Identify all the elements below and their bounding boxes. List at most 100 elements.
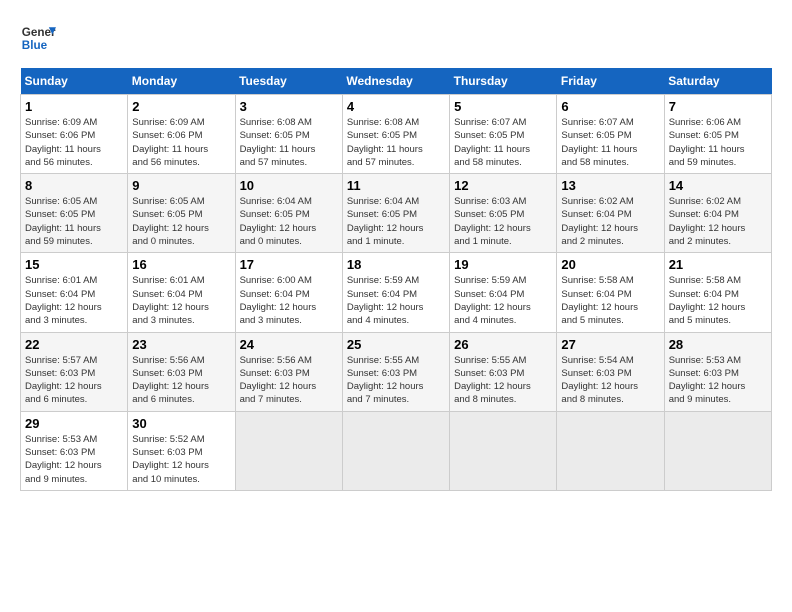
weekday-header-saturday: Saturday — [664, 68, 771, 95]
day-info: Sunrise: 6:03 AMSunset: 6:05 PMDaylight:… — [454, 195, 552, 248]
day-number: 11 — [347, 178, 445, 193]
logo: General Blue — [20, 20, 56, 56]
day-number: 15 — [25, 257, 123, 272]
day-number: 22 — [25, 337, 123, 352]
day-info: Sunrise: 6:05 AMSunset: 6:05 PMDaylight:… — [132, 195, 230, 248]
calendar-cell — [235, 411, 342, 490]
calendar-cell: 5Sunrise: 6:07 AMSunset: 6:05 PMDaylight… — [450, 95, 557, 174]
calendar-cell: 15Sunrise: 6:01 AMSunset: 6:04 PMDayligh… — [21, 253, 128, 332]
calendar-cell: 4 Sunrise: 6:08 AMSunset: 6:05 PMDaylight… — [342, 95, 449, 174]
day-info: Sunrise: 6:09 AMSunset: 6:06 PMDaylight:… — [132, 116, 230, 169]
weekday-header-friday: Friday — [557, 68, 664, 95]
calendar-body: 1 Sunrise: 6:09 AMSunset: 6:06 PMDaylight… — [21, 95, 772, 491]
day-info: Sunrise: 6:01 AMSunset: 6:04 PMDaylight:… — [132, 274, 230, 327]
calendar-cell — [557, 411, 664, 490]
calendar-cell: 28 Sunrise: 5:53 AMSunset: 6:03 PMDayligh… — [664, 332, 771, 411]
day-number: 28 — [669, 337, 767, 352]
day-info: Sunrise: 5:53 AMSunset: 6:03 PMDaylight:… — [669, 354, 767, 407]
day-number: 17 — [240, 257, 338, 272]
day-number: 19 — [454, 257, 552, 272]
day-info: Sunrise: 6:00 AMSunset: 6:04 PMDaylight:… — [240, 274, 338, 327]
weekday-header-thursday: Thursday — [450, 68, 557, 95]
calendar-cell: 12 Sunrise: 6:03 AMSunset: 6:05 PMDayligh… — [450, 174, 557, 253]
calendar-cell: 26Sunrise: 5:55 AMSunset: 6:03 PMDayligh… — [450, 332, 557, 411]
day-number: 4 — [347, 99, 445, 114]
calendar-week-4: 22 Sunrise: 5:57 AMSunset: 6:03 PMDayligh… — [21, 332, 772, 411]
calendar-cell: 20 Sunrise: 5:58 AMSunset: 6:04 PMDayligh… — [557, 253, 664, 332]
day-number: 18 — [347, 257, 445, 272]
calendar-cell: 11 Sunrise: 6:04 AMSunset: 6:05 PMDayligh… — [342, 174, 449, 253]
day-info: Sunrise: 5:58 AMSunset: 6:04 PMDaylight:… — [561, 274, 659, 327]
calendar-week-5: 29 Sunrise: 5:53 AMSunset: 6:03 PMDayligh… — [21, 411, 772, 490]
day-info: Sunrise: 6:07 AMSunset: 6:05 PMDaylight:… — [454, 116, 552, 169]
day-number: 29 — [25, 416, 123, 431]
calendar-cell: 18 Sunrise: 5:59 AMSunset: 6:04 PMDayligh… — [342, 253, 449, 332]
day-number: 20 — [561, 257, 659, 272]
calendar-cell: 7Sunrise: 6:06 AMSunset: 6:05 PMDaylight… — [664, 95, 771, 174]
day-number: 14 — [669, 178, 767, 193]
day-number: 1 — [25, 99, 123, 114]
day-number: 27 — [561, 337, 659, 352]
calendar-cell: 3Sunrise: 6:08 AMSunset: 6:05 PMDaylight… — [235, 95, 342, 174]
day-info: Sunrise: 5:56 AMSunset: 6:03 PMDaylight:… — [132, 354, 230, 407]
day-number: 9 — [132, 178, 230, 193]
day-info: Sunrise: 6:09 AMSunset: 6:06 PMDaylight:… — [25, 116, 123, 169]
logo-icon: General Blue — [20, 20, 56, 56]
calendar-cell: 22 Sunrise: 5:57 AMSunset: 6:03 PMDayligh… — [21, 332, 128, 411]
calendar-cell: 9 Sunrise: 6:05 AMSunset: 6:05 PMDaylight… — [128, 174, 235, 253]
calendar-cell — [342, 411, 449, 490]
day-info: Sunrise: 5:57 AMSunset: 6:03 PMDaylight:… — [25, 354, 123, 407]
calendar-cell: 30 Sunrise: 5:52 AMSunset: 6:03 PMDayligh… — [128, 411, 235, 490]
day-info: Sunrise: 6:02 AMSunset: 6:04 PMDaylight:… — [561, 195, 659, 248]
calendar-cell: 2 Sunrise: 6:09 AMSunset: 6:06 PMDaylight… — [128, 95, 235, 174]
day-info: Sunrise: 6:07 AMSunset: 6:05 PMDaylight:… — [561, 116, 659, 169]
weekday-header-tuesday: Tuesday — [235, 68, 342, 95]
calendar-week-3: 15 Sunrise: 6:01 AMSunset: 6:04 PMDayligh… — [21, 253, 772, 332]
svg-text:Blue: Blue — [22, 39, 48, 52]
day-number: 6 — [561, 99, 659, 114]
day-number: 30 — [132, 416, 230, 431]
calendar-cell: 13 Sunrise: 6:02 AMSunset: 6:04 PMDayligh… — [557, 174, 664, 253]
day-info: Sunrise: 5:58 AMSunset: 6:04 PMDaylight:… — [669, 274, 767, 327]
day-info: Sunrise: 5:52 AMSunset: 6:03 PMDaylight:… — [132, 433, 230, 486]
calendar-table: SundayMondayTuesdayWednesdayThursdayFrid… — [20, 68, 772, 491]
weekday-header-row: SundayMondayTuesdayWednesdayThursdayFrid… — [21, 68, 772, 95]
weekday-header-monday: Monday — [128, 68, 235, 95]
day-info: Sunrise: 6:08 AMSunset: 6:05 PMDaylight:… — [240, 116, 338, 169]
calendar-cell: 24Sunrise: 5:56 AMSunset: 6:03 PMDayligh… — [235, 332, 342, 411]
day-number: 13 — [561, 178, 659, 193]
calendar-week-2: 8Sunrise: 6:05 AMSunset: 6:05 PMDaylight… — [21, 174, 772, 253]
day-info: Sunrise: 6:02 AMSunset: 6:04 PMDaylight:… — [669, 195, 767, 248]
calendar-cell: 16Sunrise: 6:01 AMSunset: 6:04 PMDayligh… — [128, 253, 235, 332]
calendar-week-1: 1 Sunrise: 6:09 AMSunset: 6:06 PMDaylight… — [21, 95, 772, 174]
calendar-cell: 29 Sunrise: 5:53 AMSunset: 6:03 PMDayligh… — [21, 411, 128, 490]
day-info: Sunrise: 5:59 AMSunset: 6:04 PMDaylight:… — [454, 274, 552, 327]
day-info: Sunrise: 5:55 AMSunset: 6:03 PMDaylight:… — [347, 354, 445, 407]
day-info: Sunrise: 5:53 AMSunset: 6:03 PMDaylight:… — [25, 433, 123, 486]
weekday-header-wednesday: Wednesday — [342, 68, 449, 95]
calendar-cell: 1 Sunrise: 6:09 AMSunset: 6:06 PMDaylight… — [21, 95, 128, 174]
day-number: 7 — [669, 99, 767, 114]
weekday-header-sunday: Sunday — [21, 68, 128, 95]
day-number: 21 — [669, 257, 767, 272]
day-number: 2 — [132, 99, 230, 114]
day-number: 26 — [454, 337, 552, 352]
calendar-cell: 23 Sunrise: 5:56 AMSunset: 6:03 PMDayligh… — [128, 332, 235, 411]
day-info: Sunrise: 6:04 AMSunset: 6:05 PMDaylight:… — [240, 195, 338, 248]
day-info: Sunrise: 5:59 AMSunset: 6:04 PMDaylight:… — [347, 274, 445, 327]
day-info: Sunrise: 6:04 AMSunset: 6:05 PMDaylight:… — [347, 195, 445, 248]
day-info: Sunrise: 6:05 AMSunset: 6:05 PMDaylight:… — [25, 195, 123, 248]
day-number: 25 — [347, 337, 445, 352]
day-number: 23 — [132, 337, 230, 352]
day-info: Sunrise: 5:54 AMSunset: 6:03 PMDaylight:… — [561, 354, 659, 407]
calendar-cell: 21 Sunrise: 5:58 AMSunset: 6:04 PMDayligh… — [664, 253, 771, 332]
day-info: Sunrise: 5:56 AMSunset: 6:03 PMDaylight:… — [240, 354, 338, 407]
calendar-cell: 14 Sunrise: 6:02 AMSunset: 6:04 PMDayligh… — [664, 174, 771, 253]
page-header: General Blue — [20, 20, 772, 56]
calendar-cell — [450, 411, 557, 490]
day-number: 12 — [454, 178, 552, 193]
calendar-cell: 27 Sunrise: 5:54 AMSunset: 6:03 PMDayligh… — [557, 332, 664, 411]
calendar-cell: 6 Sunrise: 6:07 AMSunset: 6:05 PMDaylight… — [557, 95, 664, 174]
calendar-cell: 19 Sunrise: 5:59 AMSunset: 6:04 PMDayligh… — [450, 253, 557, 332]
day-info: Sunrise: 6:08 AMSunset: 6:05 PMDaylight:… — [347, 116, 445, 169]
